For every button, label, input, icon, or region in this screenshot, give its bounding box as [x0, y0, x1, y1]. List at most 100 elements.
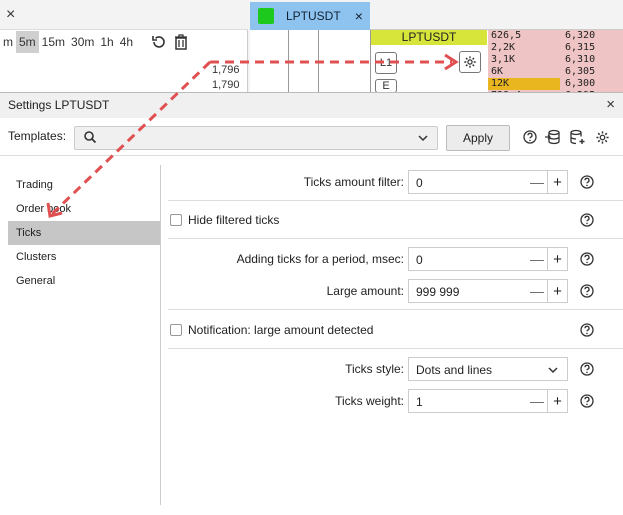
book-volume: 6K [491, 66, 504, 77]
increment-button[interactable]: + [547, 171, 567, 193]
tab-bar: LPTUSDT × [250, 0, 623, 30]
section-divider [168, 348, 623, 349]
ticks-weight-input[interactable]: 1 — + [408, 389, 568, 413]
timeframe-15m[interactable]: 15m [39, 31, 68, 53]
hide-filtered-ticks-label: Hide filtered ticks [188, 213, 280, 227]
book-price: 6,320 [565, 30, 596, 41]
tab-lptusdt[interactable]: LPTUSDT × [250, 2, 370, 30]
help-icon[interactable] [580, 362, 594, 376]
ticks-amount-filter-input[interactable]: 0 — + [408, 170, 568, 194]
orderbook-panel: LPTUSDT × LPTUSDT L1 E 626,5 2,2K 3,1K 6K 12… [250, 0, 623, 93]
dialog-close-button[interactable]: × [606, 96, 615, 113]
decrement-button[interactable]: — [527, 280, 547, 302]
adding-ticks-value: 0 [416, 253, 423, 267]
increment-button[interactable]: + [547, 248, 567, 270]
chart-panel-header [0, 0, 248, 30]
large-amount-value: 999 999 [416, 285, 460, 299]
timeframe-bar: m 5m 15m 30m 1h 4h [0, 30, 248, 54]
help-icon[interactable] [580, 284, 594, 298]
notification-checkbox[interactable] [170, 324, 182, 336]
price-label: 1,796 [212, 64, 240, 76]
export-button[interactable]: E [375, 79, 397, 93]
level1-button[interactable]: L1 [375, 52, 397, 74]
timeframe-m[interactable]: m [0, 31, 16, 53]
price-label: 1,790 [212, 79, 240, 91]
import-template-icon[interactable] [545, 129, 561, 145]
trash-icon[interactable] [170, 31, 192, 53]
timeframe-30m[interactable]: 30m [68, 31, 97, 53]
book-volume: 3,1K [491, 54, 516, 65]
apply-button[interactable]: Apply [446, 125, 510, 151]
help-icon[interactable] [580, 252, 594, 266]
book-price-column: 6,3206,3156,3106,3056,3006,295 [562, 30, 623, 92]
timeframe-5m[interactable]: 5m [16, 31, 39, 53]
decrement-button[interactable]: — [527, 171, 547, 193]
tab-close-button[interactable]: × [355, 8, 363, 24]
gear-icon [464, 56, 476, 68]
refresh-icon[interactable] [148, 31, 170, 53]
export-button-label: E [382, 80, 390, 92]
hide-filtered-ticks-row[interactable]: Hide filtered ticks [168, 210, 568, 230]
templates-select[interactable] [74, 126, 438, 150]
tab-color-marker [258, 8, 274, 24]
gear-icon[interactable] [594, 129, 610, 145]
section-divider [168, 238, 623, 239]
help-icon[interactable] [580, 175, 594, 189]
book-volume-column: 626,52,2K3,1K6K12K738,4 [488, 30, 560, 92]
help-icon[interactable] [522, 129, 538, 145]
ticks-weight-value: 1 [416, 395, 423, 409]
nav-item-order-book[interactable]: Order book [8, 197, 160, 221]
templates-toolbar: Templates: Apply [0, 118, 623, 156]
orderbook-asks: 626,52,2K3,1K6K12K738,4 6,3206,3156,3106… [488, 30, 623, 92]
nav-item-clusters[interactable]: Clusters [8, 245, 160, 269]
chart-panel: × m 5m 15m 30m 1h 4h 1,796 1,790 [0, 0, 248, 92]
increment-button[interactable]: + [547, 280, 567, 302]
tab-label: LPTUSDT [286, 9, 341, 23]
grid-line [288, 30, 289, 92]
chevron-down-icon [548, 367, 558, 374]
book-volume: 626,5 [491, 30, 522, 41]
settings-nav: Trading Order book Ticks Clusters Genera… [8, 173, 160, 293]
notification-row[interactable]: Notification: large amount detected [168, 320, 568, 340]
adding-ticks-input[interactable]: 0 — + [408, 247, 568, 271]
ticks-amount-filter-value: 0 [416, 176, 423, 190]
large-amount-label: Large amount: [326, 284, 404, 298]
ticks-style-select[interactable]: Dots and lines [408, 357, 568, 381]
large-amount-input[interactable]: 999 999 — + [408, 279, 568, 303]
timeframe-4h[interactable]: 4h [117, 31, 136, 53]
orderbook-header: LPTUSDT [371, 30, 487, 45]
help-icon[interactable] [580, 213, 594, 227]
book-volume: 12K [488, 78, 560, 90]
settings-dialog: Settings LPTUSDT × Templates: Apply Trad… [0, 92, 623, 515]
save-template-icon[interactable] [570, 129, 586, 145]
ticks-amount-filter-label: Ticks amount filter: [303, 175, 404, 189]
hide-filtered-ticks-checkbox[interactable] [170, 214, 182, 226]
decrement-button[interactable]: — [527, 248, 547, 270]
help-icon[interactable] [580, 323, 594, 337]
section-divider [168, 309, 623, 310]
timeframe-1h[interactable]: 1h [97, 31, 116, 53]
level1-button-label: L1 [379, 57, 393, 69]
nav-item-trading[interactable]: Trading [8, 173, 160, 197]
trading-workspace: × m 5m 15m 30m 1h 4h 1,796 1,790 LPTUSDT… [0, 0, 623, 93]
dialog-title: Settings LPTUSDT [8, 98, 110, 112]
section-divider [168, 200, 623, 201]
book-price: 6,310 [565, 54, 596, 65]
templates-label: Templates: [8, 129, 67, 143]
help-icon[interactable] [580, 394, 594, 408]
book-price: 6,305 [565, 66, 596, 77]
increment-button[interactable]: + [547, 390, 567, 412]
nav-item-general[interactable]: General [8, 269, 160, 293]
book-price: 6,300 [565, 78, 596, 89]
adding-ticks-label: Adding ticks for a period, msec: [236, 252, 404, 266]
search-icon [84, 131, 97, 144]
nav-item-ticks[interactable]: Ticks [8, 221, 160, 245]
ticks-style-value: Dots and lines [416, 363, 493, 377]
dialog-title-bar: Settings LPTUSDT × [0, 93, 623, 118]
chevron-down-icon [418, 135, 428, 142]
chart-close-button[interactable]: × [6, 6, 15, 24]
settings-gear-button[interactable] [459, 51, 481, 73]
nav-divider [160, 165, 161, 505]
book-volume: 2,2K [491, 42, 516, 53]
decrement-button[interactable]: — [527, 390, 547, 412]
